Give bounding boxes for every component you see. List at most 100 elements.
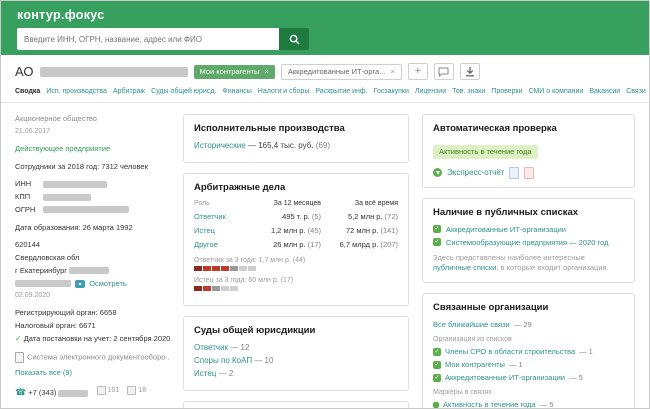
arb-other-12m: 26 млн р. (17) bbox=[273, 240, 321, 249]
app-window: контур.фокус АО Мои контрагенты × Аккред… bbox=[0, 0, 650, 409]
list-check-icon: ✓ bbox=[433, 373, 441, 382]
related-sro-count: — 1 bbox=[579, 347, 593, 357]
tab-sudy-obshchey[interactable]: Суды общей юрисд. bbox=[151, 88, 216, 95]
check-icon: ✓ bbox=[15, 333, 22, 343]
arb-role-plaintiff[interactable]: Истец bbox=[194, 226, 244, 235]
bar-segment bbox=[239, 266, 247, 271]
inn-label: ИНН bbox=[15, 179, 32, 189]
region-line: Свердловская обл bbox=[15, 253, 80, 263]
public-list-backbone-link[interactable]: Системообразующие предприятия — 2020 год bbox=[446, 238, 608, 247]
tab-finansy[interactable]: Финансы bbox=[222, 88, 251, 95]
reg-authority-line: Регистрирующий орган: 6658 bbox=[15, 308, 117, 318]
courts-plaintiff-line: Истец — 2 bbox=[194, 369, 398, 378]
add-tag-button[interactable]: + bbox=[407, 63, 428, 80]
ogrn-value-redacted bbox=[43, 206, 130, 214]
tab-goszakupki[interactable]: Госзакупки bbox=[374, 88, 409, 95]
search-input[interactable] bbox=[17, 28, 279, 50]
company-title-bar: АО Мои контрагенты × Аккредитованные ИТ-… bbox=[1, 55, 649, 85]
col-role: Роль bbox=[194, 200, 210, 207]
express-report-row: Экспресс-отчёт bbox=[433, 166, 624, 179]
tag-remove-icon[interactable]: × bbox=[390, 67, 394, 76]
arb-role-other[interactable]: Другое bbox=[194, 240, 244, 249]
tab-svyazi[interactable]: Связи bbox=[626, 88, 646, 95]
courts-plaintiff-link[interactable]: Истец bbox=[194, 369, 216, 378]
inn-value-redacted bbox=[43, 180, 108, 188]
defendant-3y-label: Ответчик за 3 года: 1,7 млн р. (44) bbox=[194, 257, 306, 264]
ogrn-line: ОГРН bbox=[15, 205, 170, 215]
public-list-it-link[interactable]: Аккредитованные ИТ-организации bbox=[446, 225, 566, 234]
word-doc-icon[interactable] bbox=[509, 166, 520, 179]
search-bar bbox=[17, 28, 309, 50]
inspect-link[interactable]: Осмотреть bbox=[89, 279, 127, 288]
courts-koap-line: Споры по КоАП — 10 bbox=[194, 356, 398, 365]
pdf-doc-icon[interactable] bbox=[524, 166, 535, 179]
kpp-label: КПП bbox=[15, 192, 31, 202]
tab-isp-proizvodstva[interactable]: Исп. производства bbox=[46, 88, 107, 95]
all-connections-link[interactable]: Все ближайшие связи bbox=[433, 320, 510, 329]
download-button[interactable] bbox=[459, 63, 480, 80]
logo[interactable]: контур.фокус bbox=[17, 8, 633, 22]
public-lists-note: Здесь представлены наиболее интересные п… bbox=[433, 253, 624, 275]
tab-nalogi[interactable]: Налоги и сборы bbox=[258, 88, 310, 95]
related-list-mine: ✓ Мои контрагенты — 1 bbox=[433, 360, 624, 369]
org-lists-label: Организация из списков bbox=[433, 336, 512, 344]
search-button[interactable] bbox=[279, 28, 309, 50]
tab-smi[interactable]: СМИ о компании bbox=[529, 88, 584, 95]
courts-defendant-link[interactable]: Ответчик bbox=[194, 343, 228, 352]
tab-vakansii[interactable]: Вакансии bbox=[589, 88, 620, 95]
bar-segment bbox=[194, 266, 202, 271]
tax-authority-line: Налоговый орган: 6671 bbox=[15, 321, 96, 331]
show-all-link[interactable]: Показать все (9) bbox=[15, 368, 72, 378]
bar-segment bbox=[212, 286, 220, 291]
enforcement-title: Исполнительные производства bbox=[194, 123, 345, 134]
bar-segment bbox=[221, 266, 229, 271]
related-sro-link[interactable]: Члены СРО в области строительства bbox=[445, 347, 575, 356]
enforcement-historical-link[interactable]: Исторические bbox=[194, 141, 246, 150]
summary-right-column: Автоматическая проверка Активность в теч… bbox=[422, 114, 635, 408]
tab-tov-znaki[interactable]: Тов. знаки bbox=[452, 88, 485, 95]
employees-line: Сотрудники за 2018 год: 7312 человек bbox=[15, 161, 148, 171]
bar-segment bbox=[194, 286, 202, 291]
public-lists-note-link[interactable]: публичные списки bbox=[433, 263, 496, 272]
org-type-date: 21.06.2017 bbox=[15, 127, 51, 135]
stat1-icon bbox=[96, 386, 106, 396]
city-line: г Екатеринбург bbox=[15, 266, 170, 276]
bar-segment bbox=[221, 286, 229, 291]
comment-icon bbox=[438, 67, 449, 77]
registration-date-text: Дата постановки на учет: 2 сентября 2020 bbox=[23, 333, 170, 343]
courts-koap-link[interactable]: Споры по КоАП bbox=[194, 356, 252, 365]
related-it-link[interactable]: Аккредитованные ИТ-организации bbox=[445, 373, 565, 382]
phone-line: ☎ +7 (343) 101 18 bbox=[15, 386, 170, 399]
company-prefix: АО bbox=[15, 64, 34, 79]
tag-my-counterparties[interactable]: Мои контрагенты × bbox=[193, 64, 275, 79]
express-report-link[interactable]: Экспресс-отчёт bbox=[447, 168, 504, 177]
related-mine-link[interactable]: Мои контрагенты bbox=[445, 360, 505, 369]
plaintiff-3y-bar bbox=[194, 286, 398, 291]
tab-svodka[interactable]: Сводка bbox=[15, 88, 40, 95]
enforcement-count: (69) bbox=[315, 141, 331, 150]
street-view-icon bbox=[75, 279, 86, 288]
arb-role-defendant[interactable]: Ответчик bbox=[194, 212, 244, 221]
markers-label: Маркеры в связях bbox=[433, 389, 492, 397]
tag-remove-icon[interactable]: × bbox=[264, 67, 268, 76]
public-list-item-it: ✓ Аккредитованные ИТ-организации bbox=[433, 225, 624, 234]
phone-icon: ☎ bbox=[15, 387, 27, 398]
plaintiff-3y-label: Истец за 3 года: 60 млн р. (17) bbox=[194, 277, 294, 284]
section-tabs: Сводка Исп. производства Арбитраж Суды о… bbox=[1, 85, 649, 103]
bar-segment bbox=[230, 266, 238, 271]
marker-activity-link[interactable]: Активность в течение года bbox=[443, 400, 536, 408]
comment-button[interactable] bbox=[433, 63, 454, 80]
bar-segment bbox=[203, 266, 211, 271]
tab-licenzii[interactable]: Лицензии bbox=[415, 88, 446, 95]
tab-proverki[interactable]: Проверки bbox=[491, 88, 522, 95]
courts-koap-count: — 10 bbox=[254, 356, 274, 365]
col-12m: За 12 месяцев bbox=[273, 200, 321, 207]
tab-arbitrazh[interactable]: Арбитраж bbox=[113, 88, 145, 95]
tab-raskrytie[interactable]: Раскрытие инф. bbox=[315, 88, 367, 95]
zip-line: 620144 bbox=[15, 240, 41, 250]
marker-activity: Активность в течение года — 5 bbox=[433, 400, 624, 408]
stat1-count: 101 bbox=[107, 387, 120, 395]
tag-accredited-it[interactable]: Аккредитованные ИТ-орга... × bbox=[280, 63, 402, 80]
general-courts-title: Суды общей юрисдикции bbox=[194, 325, 316, 336]
bar-segment bbox=[212, 266, 220, 271]
